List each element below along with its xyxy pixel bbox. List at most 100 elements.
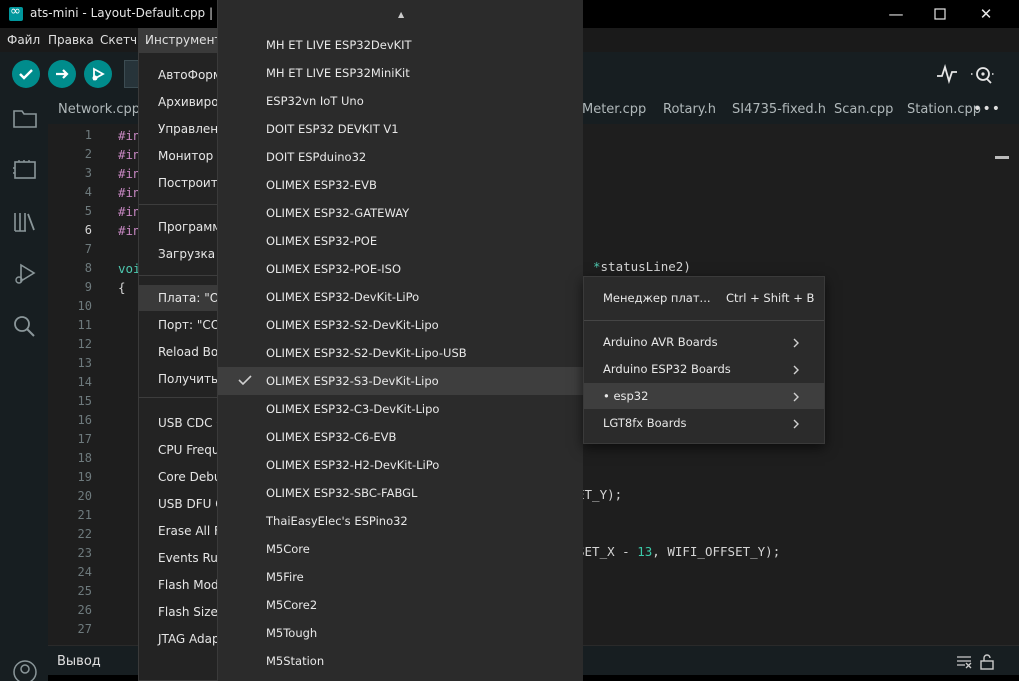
plotter-icon <box>937 63 957 85</box>
minimize-button[interactable]: — <box>886 4 906 24</box>
tab-station-cpp[interactable]: Station.cpp <box>907 96 981 124</box>
board-list-item[interactable]: DOIT ESPduino32 <box>218 143 584 171</box>
chevron-right-icon <box>792 337 800 348</box>
library-manager-icon[interactable] <box>12 210 38 236</box>
lock-icon[interactable] <box>980 654 994 670</box>
menu-edit[interactable]: Правка <box>41 28 101 52</box>
activity-bar <box>0 96 48 681</box>
close-button[interactable]: ✕ <box>976 4 996 24</box>
tools-menu-item[interactable]: Плата: "OL <box>158 288 226 308</box>
serial-plotter-button[interactable] <box>936 63 960 86</box>
board-list-item[interactable]: MH ET LIVE ESP32MiniKit <box>218 59 584 87</box>
board-group-item[interactable]: • esp32 <box>584 383 824 409</box>
board-name-label: OLIMEX ESP32-POE <box>266 234 378 248</box>
board-list-item[interactable]: MH ET LIVE ESP32DevKIT <box>218 31 584 59</box>
verify-button[interactable] <box>12 60 40 88</box>
tools-menu-item[interactable]: Программ <box>158 217 221 237</box>
code-line-fragment: { <box>118 278 126 297</box>
board-name-label: OLIMEX ESP32-S3-DevKit-Lipo <box>266 374 439 388</box>
boards-manager-icon[interactable] <box>12 158 38 184</box>
tools-menu-item[interactable]: Flash Mode <box>158 575 226 595</box>
board-list-item[interactable]: OLIMEX ESP32-C3-DevKit-Lipo <box>218 395 584 423</box>
board-list-item[interactable]: M5Core2 <box>218 591 584 619</box>
minimap-slider[interactable] <box>995 156 1009 159</box>
check-icon <box>19 69 33 80</box>
maximize-button[interactable] <box>930 4 950 24</box>
search-icon[interactable] <box>12 314 38 340</box>
menu-sketch[interactable]: Скетч <box>93 28 144 52</box>
tools-menu-item[interactable]: USB DFU O <box>158 494 225 514</box>
board-name-label: DOIT ESP32 DEVKIT V1 <box>266 122 399 136</box>
board-list-item[interactable]: OLIMEX ESP32-EVB <box>218 171 584 199</box>
board-group-item[interactable]: Arduino ESP32 Boards <box>584 356 824 382</box>
tools-menu-item[interactable]: Reload Boa <box>158 342 226 362</box>
line-number-gutter: 1 2 3 4 5 6 7 8 9 10 11 12 13 14 15 16 17 18 19 20 21 22 23 24 2… <box>48 124 118 645</box>
clear-output-icon[interactable] <box>957 656 972 669</box>
board-name-label: M5Fire <box>266 570 304 584</box>
board-list-item[interactable]: OLIMEX ESP32-DevKit-LiPo <box>218 283 584 311</box>
board-submenu: Менеджер плат... Ctrl + Shift + B Arduin… <box>583 276 825 444</box>
board-list-item[interactable]: M5Core <box>218 535 584 563</box>
tools-menu-item[interactable]: JTAG Adapt <box>158 629 224 649</box>
line-number: 7 <box>84 242 92 256</box>
board-name-label: OLIMEX ESP32-POE-ISO <box>266 262 402 276</box>
serial-monitor-button[interactable] <box>970 64 995 86</box>
more-tabs-button[interactable]: ••• <box>973 101 1001 117</box>
board-list-item[interactable]: OLIMEX ESP32-S3-DevKit-Lipo <box>218 367 584 395</box>
board-list-item[interactable]: OLIMEX ESP32-S2-DevKit-Lipo <box>218 311 584 339</box>
line-number: 11 <box>77 318 92 332</box>
board-list-item[interactable]: OLIMEX ESP32-C6-EVB <box>218 423 584 451</box>
tab-rotary-h[interactable]: Rotary.h <box>663 96 716 124</box>
tools-menu-item[interactable]: Events Run <box>158 548 225 568</box>
tab-si4735-fixed-h[interactable]: SI4735-fixed.h <box>732 96 826 124</box>
board-group-label: • esp32 <box>603 389 649 403</box>
tools-menu-item[interactable]: Управлени <box>158 119 226 139</box>
tools-menu-item[interactable]: Архивиров <box>158 92 226 112</box>
board-group-item[interactable]: Arduino AVR Boards <box>584 329 824 355</box>
tab-scan-cpp[interactable]: Scan.cpp <box>834 96 893 124</box>
scroll-up-arrow-icon[interactable]: ▲ <box>398 10 404 19</box>
board-name-label: OLIMEX ESP32-EVB <box>266 178 377 192</box>
board-name-label: OLIMEX ESP32-C6-EVB <box>266 430 397 444</box>
tools-menu-item[interactable]: АвтоФорм <box>158 65 222 85</box>
tools-menu-item[interactable]: Построить <box>158 173 225 193</box>
board-list-item[interactable]: M5Tough <box>218 619 584 647</box>
maximize-icon <box>934 8 946 20</box>
debug-button[interactable] <box>84 60 112 88</box>
board-list-item[interactable]: ThaiEasyElec's ESPino32 <box>218 507 584 535</box>
line-number: 6 <box>84 223 92 237</box>
tab-meter-cpp[interactable]: Meter.cpp <box>582 96 646 124</box>
board-name-label: ESP32vn IoT Uno <box>266 94 364 108</box>
debug-panel-icon[interactable] <box>12 262 38 288</box>
boards-manager-item[interactable]: Менеджер плат... Ctrl + Shift + B <box>584 285 824 311</box>
board-list-item[interactable]: M5Station <box>218 647 584 675</box>
board-list-item[interactable]: M5Fire <box>218 563 584 591</box>
board-name-label: M5Core2 <box>266 598 318 612</box>
board-name-label: OLIMEX ESP32-SBC-FABGL <box>266 486 418 500</box>
board-list-item[interactable]: OLIMEX ESP32-GATEWAY <box>218 199 584 227</box>
line-number: 3 <box>84 166 92 180</box>
tools-menu-item[interactable]: Загрузка к <box>158 244 226 264</box>
line-number: 23 <box>77 546 92 560</box>
line-number: 18 <box>77 451 92 465</box>
board-group-item[interactable]: LGT8fx Boards <box>584 410 824 436</box>
board-list-item[interactable]: OLIMEX ESP32-POE-ISO <box>218 255 584 283</box>
tab-network-cpp[interactable]: Network.cpp <box>58 96 140 124</box>
line-number: 13 <box>77 356 92 370</box>
account-icon[interactable] <box>12 660 38 681</box>
line-number: 12 <box>77 337 92 351</box>
line-number: 1 <box>84 128 92 142</box>
board-list-item[interactable]: OLIMEX ESP32-POE <box>218 227 584 255</box>
board-list-item[interactable]: OLIMEX ESP32-H2-DevKit-LiPo <box>218 451 584 479</box>
board-list-item[interactable]: OLIMEX ESP32-S2-DevKit-Lipo-USB <box>218 339 584 367</box>
tools-menu-item[interactable]: USB CDC O <box>158 413 226 433</box>
sketchbook-folder-icon[interactable] <box>12 106 38 132</box>
board-list-item[interactable]: OLIMEX ESP32-SBC-FABGL <box>218 479 584 507</box>
upload-button[interactable] <box>48 60 76 88</box>
checkmark-icon <box>238 373 252 387</box>
board-list-item[interactable]: DOIT ESP32 DEVKIT V1 <box>218 115 584 143</box>
tools-menu-item[interactable]: Монитор п <box>158 146 225 166</box>
board-group-label: Arduino AVR Boards <box>603 335 718 349</box>
board-list-item[interactable]: ESP32vn IoT Uno <box>218 87 584 115</box>
board-group-label: Arduino ESP32 Boards <box>603 362 731 376</box>
